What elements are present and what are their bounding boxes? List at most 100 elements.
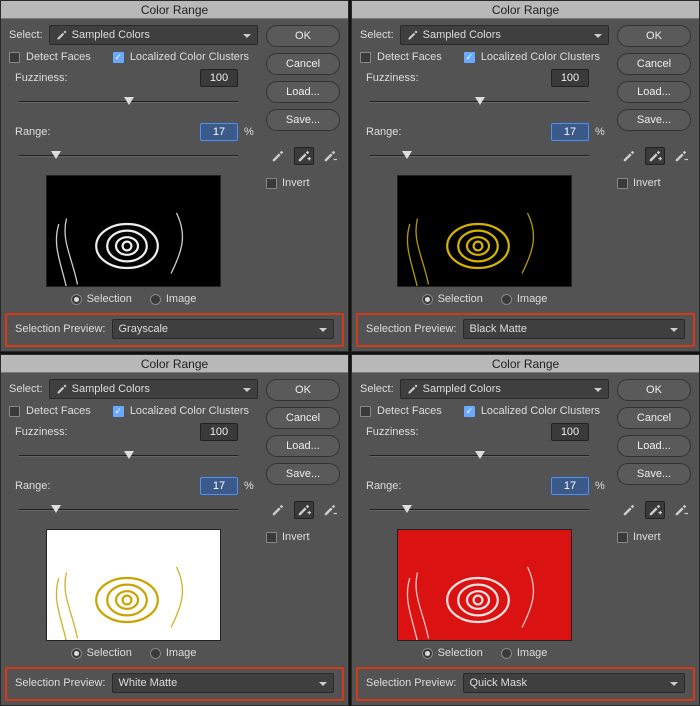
eyedropper-add-icon[interactable] — [645, 147, 665, 165]
localized-clusters-checkbox[interactable] — [464, 52, 475, 63]
range-input[interactable]: 17 — [551, 123, 589, 141]
percent-label: % — [244, 480, 258, 492]
selection-preview-value: Grayscale — [119, 323, 169, 335]
eyedropper-subtract-icon[interactable] — [320, 147, 340, 165]
invert-checkbox[interactable]: Invert — [617, 177, 691, 189]
range-slider[interactable] — [370, 501, 589, 519]
selection-radio[interactable]: Selection — [422, 293, 483, 305]
cancel-button[interactable]: Cancel — [617, 407, 691, 429]
eyedropper-icon — [407, 29, 419, 41]
eyedropper-add-icon[interactable] — [294, 501, 314, 519]
selection-preview-dropdown[interactable]: Grayscale — [112, 319, 335, 339]
load-button[interactable]: Load... — [617, 435, 691, 457]
invert-checkbox[interactable]: Invert — [266, 531, 340, 543]
eyedropper-subtract-icon[interactable] — [320, 501, 340, 519]
cancel-button[interactable]: Cancel — [266, 407, 340, 429]
image-radio[interactable]: Image — [150, 293, 197, 305]
ok-button[interactable]: OK — [617, 379, 691, 401]
load-button[interactable]: Load... — [617, 81, 691, 103]
select-dropdown[interactable]: Sampled Colors — [49, 379, 258, 399]
localized-clusters-checkbox[interactable] — [113, 406, 124, 417]
image-radio[interactable]: Image — [501, 647, 548, 659]
detect-faces-label: Detect Faces — [26, 405, 91, 417]
select-value: Sampled Colors — [423, 383, 501, 395]
eyedropper-add-icon[interactable] — [645, 501, 665, 519]
save-button[interactable]: Save... — [266, 463, 340, 485]
eyedropper-icon[interactable] — [268, 147, 288, 165]
selection-preview-row: Selection Preview: Grayscale — [5, 313, 344, 347]
range-input[interactable]: 17 — [200, 477, 238, 495]
fuzziness-input[interactable]: 100 — [551, 69, 589, 87]
selection-preview-label: Selection Preview: — [366, 677, 457, 689]
localized-clusters-label: Localized Color Clusters — [481, 51, 600, 63]
fuzziness-label: Fuzziness: — [15, 426, 73, 438]
selection-preview-row: Selection Preview: White Matte — [5, 667, 344, 701]
image-radio[interactable]: Image — [150, 647, 197, 659]
image-radio[interactable]: Image — [501, 293, 548, 305]
fuzziness-input[interactable]: 100 — [200, 69, 238, 87]
fuzziness-slider[interactable] — [19, 93, 238, 111]
localized-clusters-checkbox[interactable] — [113, 52, 124, 63]
selection-radio[interactable]: Selection — [71, 647, 132, 659]
localized-clusters-label: Localized Color Clusters — [130, 405, 249, 417]
save-button[interactable]: Save... — [266, 109, 340, 131]
selection-preview-row: Selection Preview: Quick Mask — [356, 667, 695, 701]
save-button[interactable]: Save... — [617, 109, 691, 131]
selection-radio[interactable]: Selection — [422, 647, 483, 659]
select-dropdown[interactable]: Sampled Colors — [400, 25, 609, 45]
range-input[interactable]: 17 — [551, 477, 589, 495]
preview-thumbnail — [46, 175, 221, 287]
range-label: Range: — [15, 126, 73, 138]
select-dropdown[interactable]: Sampled Colors — [400, 379, 609, 399]
selection-preview-row: Selection Preview: Black Matte — [356, 313, 695, 347]
detect-faces-label: Detect Faces — [377, 405, 442, 417]
selection-preview-value: Black Matte — [470, 323, 527, 335]
detect-faces-checkbox[interactable] — [360, 52, 371, 63]
cancel-button[interactable]: Cancel — [266, 53, 340, 75]
dialog-title: Color Range — [352, 1, 699, 19]
cancel-button[interactable]: Cancel — [617, 53, 691, 75]
eyedropper-icon[interactable] — [619, 501, 639, 519]
localized-clusters-label: Localized Color Clusters — [130, 51, 249, 63]
selection-preview-label: Selection Preview: — [15, 323, 106, 335]
eyedropper-icon[interactable] — [619, 147, 639, 165]
invert-checkbox[interactable]: Invert — [617, 531, 691, 543]
select-dropdown[interactable]: Sampled Colors — [49, 25, 258, 45]
fuzziness-input[interactable]: 100 — [551, 423, 589, 441]
detect-faces-label: Detect Faces — [26, 51, 91, 63]
selection-preview-value: Quick Mask — [470, 677, 527, 689]
detect-faces-checkbox[interactable] — [360, 406, 371, 417]
range-slider[interactable] — [19, 501, 238, 519]
detect-faces-label: Detect Faces — [377, 51, 442, 63]
eyedropper-subtract-icon[interactable] — [671, 501, 691, 519]
fuzziness-slider[interactable] — [370, 93, 589, 111]
selection-preview-dropdown[interactable]: Quick Mask — [463, 673, 686, 693]
color-range-dialog: Color Range Select: Sampled Colors Detec… — [0, 0, 349, 352]
eyedropper-icon[interactable] — [268, 501, 288, 519]
load-button[interactable]: Load... — [266, 81, 340, 103]
eyedropper-add-icon[interactable] — [294, 147, 314, 165]
ok-button[interactable]: OK — [266, 379, 340, 401]
range-slider[interactable] — [370, 147, 589, 165]
dialog-title: Color Range — [1, 1, 348, 19]
detect-faces-checkbox[interactable] — [9, 52, 20, 63]
range-input[interactable]: 17 — [200, 123, 238, 141]
dialog-title: Color Range — [352, 355, 699, 373]
ok-button[interactable]: OK — [617, 25, 691, 47]
save-button[interactable]: Save... — [617, 463, 691, 485]
selection-preview-dropdown[interactable]: White Matte — [112, 673, 335, 693]
localized-clusters-checkbox[interactable] — [464, 406, 475, 417]
detect-faces-checkbox[interactable] — [9, 406, 20, 417]
selection-radio[interactable]: Selection — [71, 293, 132, 305]
eyedropper-subtract-icon[interactable] — [671, 147, 691, 165]
range-slider[interactable] — [19, 147, 238, 165]
fuzziness-label: Fuzziness: — [366, 426, 424, 438]
selection-preview-dropdown[interactable]: Black Matte — [463, 319, 686, 339]
fuzziness-label: Fuzziness: — [366, 72, 424, 84]
fuzziness-slider[interactable] — [370, 447, 589, 465]
load-button[interactable]: Load... — [266, 435, 340, 457]
ok-button[interactable]: OK — [266, 25, 340, 47]
invert-checkbox[interactable]: Invert — [266, 177, 340, 189]
fuzziness-slider[interactable] — [19, 447, 238, 465]
fuzziness-input[interactable]: 100 — [200, 423, 238, 441]
